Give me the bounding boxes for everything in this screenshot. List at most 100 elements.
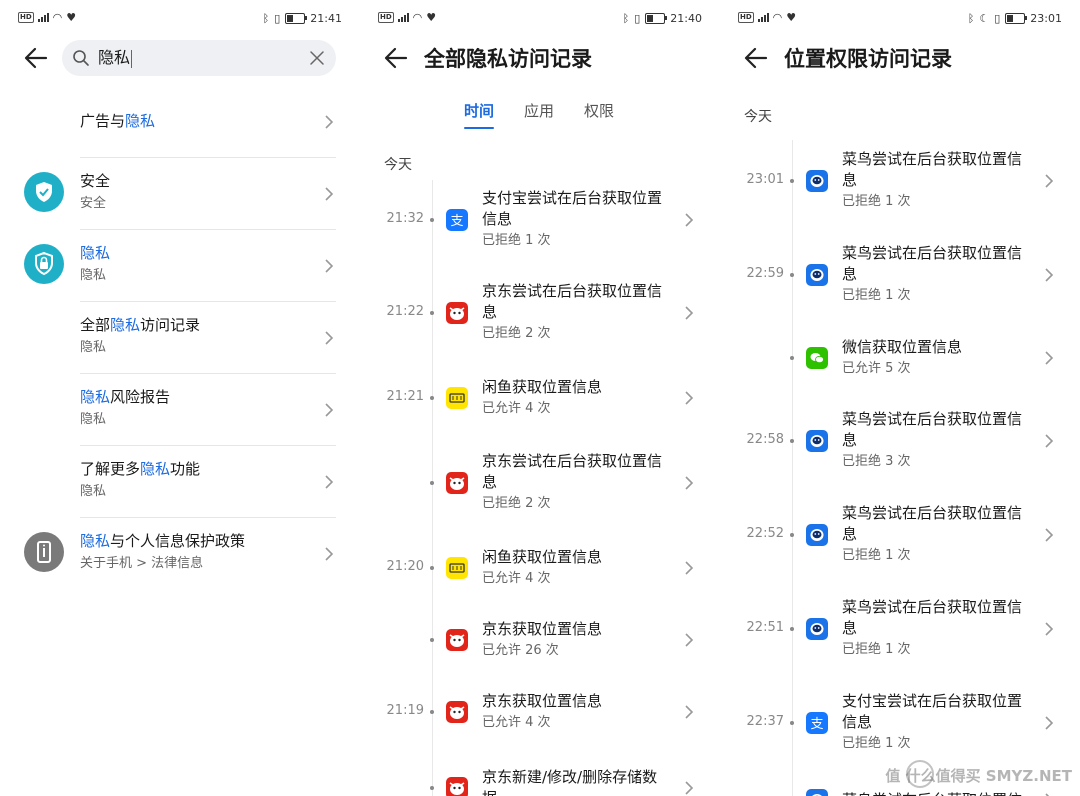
record-title-line1: 菜鸟尝试在后台获取位置信 [842, 598, 1023, 616]
record-item[interactable]: 22:52 菜鸟尝试在后台获取位置信息已拒绝 1 次 [720, 488, 1080, 582]
timeline-dot [430, 638, 434, 642]
heart-icon: ♥ [426, 10, 437, 24]
record-title: 京东新建/修改/删除存储数据 [482, 767, 682, 796]
wifi-icon: ◠ [52, 10, 63, 24]
shield-icon [24, 172, 64, 212]
result-subtitle: 隐私 [80, 268, 107, 283]
chevron-right-icon [684, 475, 694, 491]
record-title: 支付宝尝试在后台获取位置 信息 [482, 188, 682, 230]
record-title-line1: 菜鸟尝试在后台获取位置信 [842, 244, 1023, 262]
record-title: 菜鸟尝试在后台获取位置信 [842, 790, 1042, 796]
wechat-app-icon [806, 347, 828, 369]
search-box[interactable]: 隐私 [62, 40, 336, 76]
record-item[interactable]: 23:01 菜鸟尝试在后台获取位置信息已拒绝 1 次 [720, 134, 1080, 228]
jd-app-icon [446, 302, 468, 324]
alipay-app-icon: 支 [446, 209, 468, 231]
record-count: 已拒绝 1 次 [842, 194, 911, 209]
svg-text:支: 支 [810, 717, 823, 732]
timeline-dot [430, 218, 434, 222]
chevron-right-icon [1044, 527, 1054, 543]
chevron-right-icon [325, 547, 334, 561]
search-input[interactable]: 隐私 [98, 48, 130, 67]
page-title: 位置权限访问记录 [784, 47, 952, 71]
section-today: 今天 [744, 109, 772, 125]
record-time: 22:59 [746, 266, 784, 281]
result-subtitle: 安全 [80, 196, 107, 211]
record-item[interactable]: 21:32 支 支付宝尝试在后台获取位置 信息 已拒绝 1 次 [360, 176, 720, 264]
back-arrow-icon[interactable] [22, 44, 50, 72]
cainiao-app-icon [806, 430, 828, 452]
result-ads-privacy[interactable]: 广告与隐私 [0, 86, 340, 158]
battery-icon [285, 13, 308, 24]
result-all-privacy-records[interactable]: 全部隐私访问记录 隐私 [0, 302, 340, 374]
bluetooth-icon: ᛒ [967, 11, 975, 25]
record-time: 21:32 [386, 211, 424, 226]
tab-app[interactable]: 应用 [524, 100, 554, 129]
heart-icon: ♥ [66, 10, 77, 24]
timeline-dot [790, 721, 794, 725]
timeline-dot [430, 396, 434, 400]
hd-icon: HD [738, 12, 754, 23]
tab-permission[interactable]: 权限 [584, 100, 614, 129]
clear-icon[interactable] [308, 49, 326, 67]
record-count: 已拒绝 1 次 [842, 288, 911, 303]
record-title: 菜鸟尝试在后台获取位置信息 [842, 503, 1042, 545]
record-item[interactable]: 京东尝试在后台获取位置信息已拒绝 2 次 [360, 434, 720, 532]
result-privacy-policy[interactable]: 隐私与个人信息保护政策 关于手机 > 法律信息 [0, 518, 340, 590]
result-privacy[interactable]: 隐私 隐私 [0, 230, 340, 302]
clock: 23:01 [1030, 12, 1062, 25]
record-item[interactable]: 22:59 菜鸟尝试在后台获取位置信息已拒绝 1 次 [720, 228, 1080, 322]
record-title-line1: 京东新建/修改/删除存储数 [482, 768, 658, 786]
jd-app-icon [446, 629, 468, 651]
record-item[interactable]: 22:51 菜鸟尝试在后台获取位置信息已拒绝 1 次 [720, 582, 1080, 676]
status-bar: HD ◠ ♥ ᛒ ▯ 21:40 [378, 8, 702, 30]
result-title: 隐私风险报告 [80, 388, 171, 406]
record-item[interactable]: 22:58 菜鸟尝试在后台获取位置信息已拒绝 3 次 [720, 394, 1080, 488]
tab-time[interactable]: 时间 [464, 100, 495, 129]
record-title: 菜鸟尝试在后台获取位置信息 [842, 409, 1042, 451]
record-count: 已允许 26 次 [482, 643, 559, 658]
moon-icon: ☾ [979, 11, 990, 25]
vibrate-icon: ▯ [634, 11, 641, 25]
cainiao-app-icon [806, 170, 828, 192]
record-time: 21:21 [386, 389, 424, 404]
chevron-right-icon [325, 259, 334, 273]
record-item[interactable]: 21:22 京东尝试在后台获取位置信息已拒绝 2 次 [360, 264, 720, 362]
result-security[interactable]: 安全 安全 [0, 158, 340, 230]
record-item[interactable]: 22:37 支 支付宝尝试在后台获取位置 信息 已拒绝 1 次 [720, 676, 1080, 770]
chevron-right-icon [684, 704, 694, 720]
result-title: 全部隐私访问记录 [80, 316, 201, 334]
cainiao-app-icon [806, 264, 828, 286]
vibrate-icon: ▯ [274, 11, 281, 25]
record-count: 已拒绝 2 次 [482, 326, 551, 341]
record-item[interactable]: 京东新建/修改/删除存储数据 [360, 748, 720, 796]
record-item[interactable]: 京东获取位置信息 已允许 26 次 [360, 604, 720, 676]
chevron-right-icon [325, 475, 334, 489]
record-item[interactable]: 微信获取位置信息 已允许 5 次 [720, 322, 1080, 394]
record-title-line2: 息 [482, 473, 498, 491]
record-item[interactable]: 21:20 闲鱼获取位置信息 已允许 4 次 [360, 532, 720, 604]
cainiao-app-icon [806, 789, 828, 796]
record-item[interactable]: 21:21 闲鱼获取位置信息 已允许 4 次 [360, 362, 720, 434]
record-item[interactable]: 21:19 京东获取位置信息 已允许 4 次 [360, 676, 720, 748]
timeline-dot [790, 533, 794, 537]
record-count: 已拒绝 2 次 [482, 496, 551, 511]
record-title-line1: 菜鸟尝试在后台获取位置信 [842, 504, 1023, 522]
record-count: 已拒绝 1 次 [842, 642, 911, 657]
record-title: 闲鱼获取位置信息 [482, 377, 682, 398]
back-arrow-icon[interactable] [382, 44, 410, 72]
lock-icon [24, 244, 64, 284]
status-bar: HD ◠ ♥ ᛒ ▯ 21:41 [18, 8, 342, 30]
result-learn-more-privacy[interactable]: 了解更多隐私功能 隐私 [0, 446, 340, 518]
record-time: 22:37 [746, 714, 784, 729]
record-time: 21:19 [386, 703, 424, 718]
record-time: 22:58 [746, 432, 784, 447]
battery-icon [645, 13, 668, 24]
section-today: 今天 [384, 157, 412, 173]
hd-icon: HD [378, 12, 394, 23]
result-privacy-risk-report[interactable]: 隐私风险报告 隐私 [0, 374, 340, 446]
svg-text:支: 支 [450, 214, 463, 229]
chevron-right-icon [1044, 350, 1054, 366]
record-title-line2: 息 [842, 171, 858, 189]
back-arrow-icon[interactable] [742, 44, 770, 72]
